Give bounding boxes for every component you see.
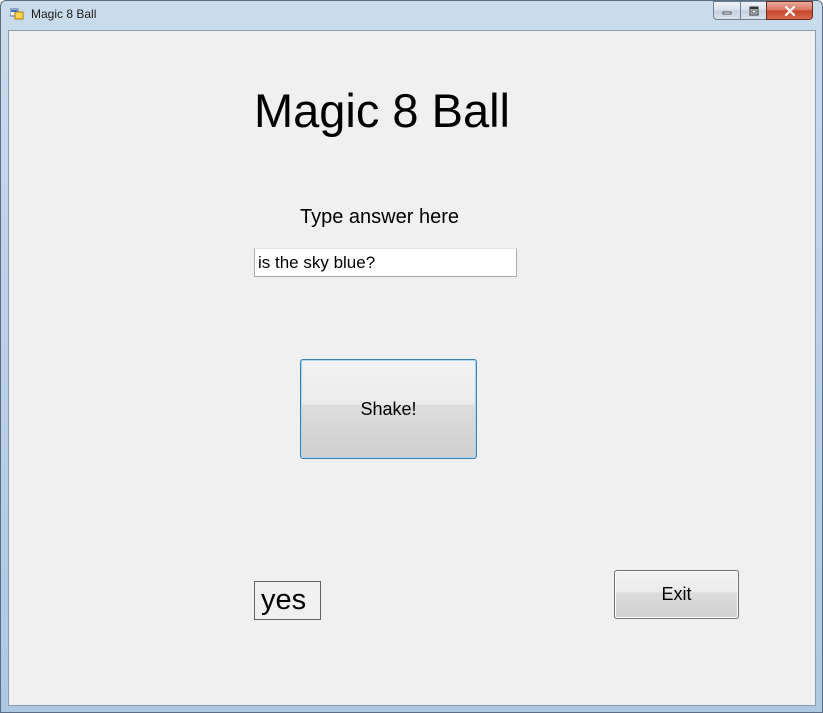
- close-button[interactable]: [766, 1, 813, 20]
- minimize-icon: [722, 11, 732, 14]
- prompt-label: Type answer here: [300, 206, 459, 228]
- app-icon: [10, 8, 24, 20]
- app-window: Magic 8 Ball Magic 8 Ball Type answer he…: [0, 0, 823, 713]
- title-bar[interactable]: Magic 8 Ball: [1, 1, 822, 29]
- minimize-button[interactable]: [713, 1, 741, 20]
- restore-icon: [749, 6, 758, 15]
- question-input[interactable]: [254, 248, 517, 277]
- page-title: Magic 8 Ball: [254, 84, 510, 137]
- window-title: Magic 8 Ball: [31, 7, 97, 21]
- form-client-area: Magic 8 Ball Type answer here Shake! yes…: [8, 30, 816, 706]
- exit-button[interactable]: Exit: [614, 570, 739, 619]
- answer-result-label: yes: [254, 581, 321, 620]
- close-icon: [784, 5, 795, 16]
- shake-button[interactable]: Shake!: [300, 359, 477, 459]
- restore-button[interactable]: [740, 1, 767, 20]
